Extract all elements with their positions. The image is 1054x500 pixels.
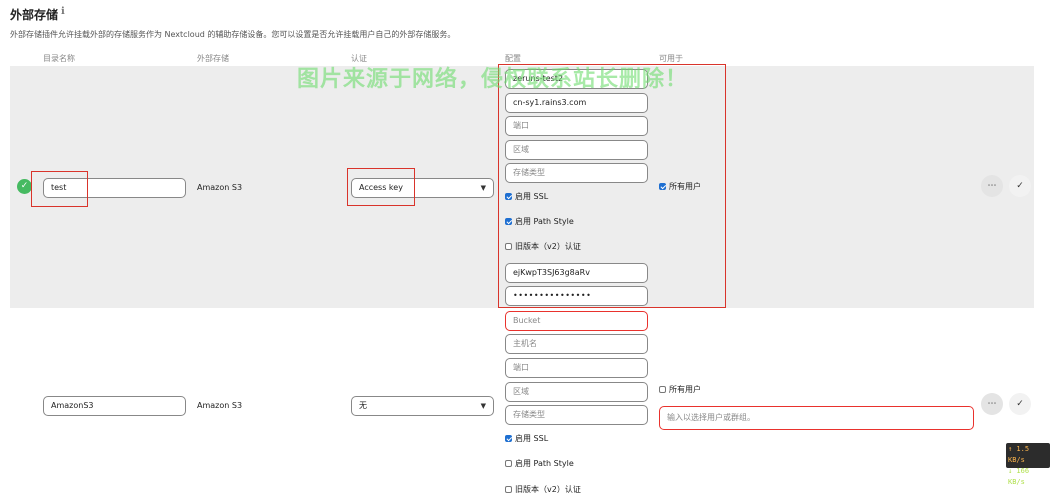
- column-header-external-storage: 外部存储: [197, 54, 229, 63]
- watermark-text: 图片来源于网络，侵权联系站长删除！: [297, 67, 689, 92]
- checkbox-unchecked-icon: [505, 486, 512, 493]
- save-button[interactable]: ✓: [1009, 175, 1031, 197]
- storage-class-input[interactable]: 存储类型: [505, 405, 648, 425]
- checkbox-unchecked-icon: [505, 460, 512, 467]
- port-input[interactable]: 端口: [505, 358, 648, 378]
- highlight-config: [498, 64, 726, 308]
- save-button[interactable]: ✓: [1009, 393, 1031, 415]
- bucket-input[interactable]: Bucket: [505, 311, 648, 331]
- checkbox-checked-icon: [505, 435, 512, 442]
- ssl-checkbox[interactable]: 启用 SSL: [505, 433, 548, 445]
- backend-label: Amazon S3: [197, 183, 243, 192]
- highlight-folder-name: [31, 171, 88, 207]
- ssl-label: 启用 SSL: [515, 434, 549, 443]
- backend-label: Amazon S3: [197, 401, 243, 410]
- more-actions-button[interactable]: ⋯: [981, 175, 1003, 197]
- checkbox-unchecked-icon: [659, 386, 666, 393]
- path-style-checkbox[interactable]: 启用 Path Style: [505, 458, 574, 470]
- legacy-auth-label: 旧版本（v2）认证: [515, 485, 581, 494]
- page-description: 外部存储插件允许挂载外部的存储服务作为 Nextcloud 的辅助存储设备。您可…: [10, 30, 456, 39]
- auth-select[interactable]: 无 ▼: [351, 396, 494, 416]
- upload-speed: ↑ 1.5 KB/s: [1008, 445, 1030, 464]
- legacy-auth-checkbox[interactable]: 旧版本（v2）认证: [505, 484, 581, 496]
- more-actions-button[interactable]: ⋯: [981, 393, 1003, 415]
- status-ok-icon: ✓: [17, 179, 32, 194]
- dropdown-caret-icon: ▼: [480, 402, 486, 410]
- auth-select-value: 无: [359, 401, 367, 410]
- info-icon[interactable]: ℹ: [61, 6, 65, 17]
- folder-name-input[interactable]: AmazonS3: [43, 396, 186, 416]
- region-input[interactable]: 区域: [505, 382, 648, 402]
- hostname-input[interactable]: 主机名: [505, 334, 648, 354]
- page-title: 外部存储: [10, 8, 59, 22]
- highlight-auth: [347, 168, 415, 206]
- all-users-checkbox[interactable]: 所有用户: [659, 384, 701, 396]
- user-group-select-input[interactable]: 输入以选择用户或群组。: [659, 406, 974, 430]
- all-users-label: 所有用户: [669, 385, 701, 394]
- download-speed: ↓ 166 KB/s: [1008, 467, 1030, 486]
- path-style-label: 启用 Path Style: [515, 459, 574, 468]
- dropdown-caret-icon: ▼: [480, 184, 486, 192]
- column-header-folder-name: 目录名称: [43, 54, 75, 63]
- network-speed-widget: ↑ 1.5 KB/s ↓ 166 KB/s: [1006, 443, 1050, 486]
